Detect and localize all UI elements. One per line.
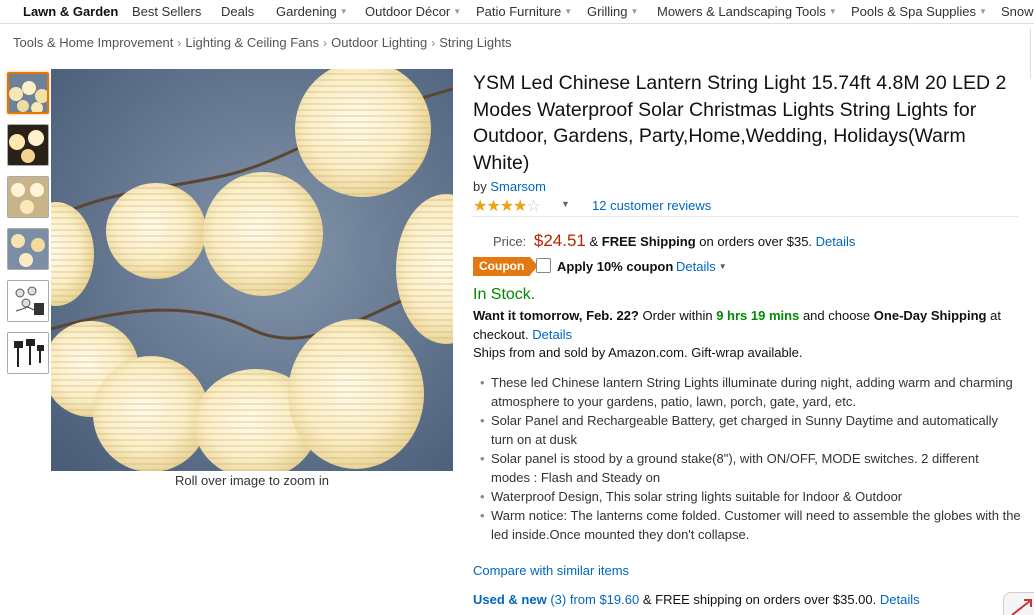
- delivery-details-link[interactable]: Details: [532, 327, 572, 342]
- solar-stake-thumbnail[interactable]: [7, 332, 49, 374]
- star-icon: ★: [473, 198, 487, 215]
- price-value: $24.51: [533, 231, 586, 250]
- star-empty-icon: ☆: [526, 198, 540, 215]
- delivery-method: One-Day Shipping: [873, 308, 987, 323]
- lanterns-row-thumbnail[interactable]: [7, 72, 49, 114]
- used-new-count[interactable]: (3): [550, 592, 566, 607]
- delivery-want: Want it tomorrow, Feb. 22?: [473, 308, 639, 323]
- breadcrumb: Tools & Home Improvement › Lighting & Ceil…: [13, 35, 512, 50]
- lanterns-three-thumbnail[interactable]: [7, 176, 49, 218]
- share-icon: [1011, 599, 1032, 615]
- nav-item-deals[interactable]: Deals: [221, 4, 254, 19]
- nav-item-label: Lawn & Garden: [23, 4, 119, 19]
- nav-item-snow[interactable]: Snow: [1001, 4, 1034, 19]
- nav-item-grilling[interactable]: Grilling ▼: [587, 4, 638, 19]
- product-title: YSM Led Chinese Lantern String Light 15.…: [473, 72, 1007, 174]
- caret-down-icon: ▼: [564, 7, 573, 16]
- breadcrumb-item[interactable]: Outdoor Lighting: [331, 35, 427, 50]
- nav-item-label: Best Sellers: [132, 4, 202, 19]
- delivery-choose: and choose: [802, 308, 871, 323]
- share-widget[interactable]: [1003, 592, 1034, 615]
- nav-item-label: Outdoor Décor: [365, 4, 451, 19]
- ships-from: Ships from and sold by Amazon.com. Gift-…: [473, 345, 803, 360]
- byline: by Smarsom: [473, 179, 546, 194]
- rating-row: ★★★★☆ ▼ 12 customer reviews: [473, 196, 1018, 216]
- caret-down-icon: ▼: [339, 7, 348, 16]
- feature-bullet: These led Chinese lantern String Lights …: [480, 373, 1021, 411]
- used-new-offers: Used & new (3) from $19.60 & FREE shippi…: [473, 592, 920, 607]
- caret-down-icon: ▼: [828, 7, 837, 16]
- delivery-message: Want it tomorrow, Feb. 22? Order within …: [473, 306, 1034, 344]
- star-icon: ★: [513, 198, 527, 215]
- nav-item-pools-spa[interactable]: Pools & Spa Supplies ▼: [851, 4, 987, 19]
- scrollbar[interactable]: [1030, 28, 1034, 78]
- zoom-hint: Roll over image to zoom in: [175, 473, 329, 488]
- breadcrumb-separator: ›: [323, 36, 328, 50]
- feature-bullet: Warm notice: The lanterns come folded. C…: [480, 506, 1021, 544]
- nav-item-label: Pools & Spa Supplies: [851, 4, 977, 19]
- coupon-details-link[interactable]: Details: [676, 259, 716, 274]
- breadcrumb-separator: ›: [177, 36, 182, 50]
- price-label: Price:: [493, 234, 527, 249]
- feature-bullet: Solar Panel and Rechargeable Battery, ge…: [480, 411, 1021, 449]
- breadcrumb-item[interactable]: Lighting & Ceiling Fans: [185, 35, 319, 50]
- nav-item-mowers[interactable]: Mowers & Landscaping Tools ▼: [657, 4, 837, 19]
- nav-item-label: Gardening: [276, 4, 337, 19]
- nav-item-label: Grilling: [587, 4, 628, 19]
- coupon-text[interactable]: Apply 10% coupon: [557, 259, 673, 274]
- breadcrumb-item[interactable]: String Lights: [439, 35, 511, 50]
- shipping-details-link[interactable]: Details: [816, 234, 856, 249]
- star-icon: ★: [486, 198, 500, 215]
- feature-bullets: These led Chinese lantern String Lights …: [480, 373, 1021, 544]
- nav-item-label: Patio Furniture: [476, 4, 562, 19]
- nav-item-label: Snow: [1001, 4, 1034, 19]
- lanterns-blue-thumbnail[interactable]: [7, 228, 49, 270]
- nav-item-gardening[interactable]: Gardening ▼: [276, 4, 348, 19]
- nav-item-label: Deals: [221, 4, 255, 19]
- feature-bullet: Solar panel is stood by a ground stake(8…: [480, 449, 1021, 487]
- coupon-checkbox[interactable]: [536, 258, 551, 273]
- caret-down-icon: ▼: [979, 7, 987, 16]
- used-new-shipping: & FREE shipping on orders over $35.00.: [642, 592, 877, 607]
- breadcrumb-item[interactable]: Tools & Home Improvement: [13, 35, 173, 50]
- chevron-down-icon[interactable]: ▼: [561, 199, 570, 209]
- by-prefix: by: [473, 179, 487, 194]
- star-icon: ★: [499, 198, 514, 215]
- nav-item-label: Mowers & Landscaping Tools: [657, 4, 826, 19]
- brand-link[interactable]: Smarsom: [490, 179, 546, 194]
- caret-down-icon: ▼: [630, 7, 639, 16]
- divider: [473, 216, 1018, 217]
- free-shipping-label: FREE Shipping: [601, 234, 696, 249]
- category-nav: Lawn & Garden Best Sellers Deals Gardeni…: [0, 0, 1034, 24]
- ship-prefix: &: [589, 234, 599, 249]
- ship-suffix: on orders over $35.: [699, 234, 813, 249]
- lanterns-dark-thumbnail[interactable]: [7, 124, 49, 166]
- star-rating[interactable]: ★★★★☆: [473, 196, 541, 216]
- customer-reviews-link[interactable]: 12 customer reviews: [592, 198, 711, 213]
- nav-item-best-sellers[interactable]: Best Sellers: [132, 4, 201, 19]
- nav-item-patio-furniture[interactable]: Patio Furniture ▼: [476, 4, 572, 19]
- compare-similar-link[interactable]: Compare with similar items: [473, 563, 629, 578]
- used-new-details-link[interactable]: Details: [880, 592, 920, 607]
- coupon-details[interactable]: Details ▼: [676, 259, 727, 274]
- used-new-link[interactable]: Used & new: [473, 592, 547, 607]
- price-row: Price: $24.51 & FREE Shipping on orders …: [493, 231, 855, 251]
- stock-status: In Stock.: [473, 286, 536, 303]
- lanterns-package-thumbnail[interactable]: [7, 280, 49, 322]
- caret-down-icon: ▼: [453, 7, 462, 16]
- caret-down-icon: ▼: [718, 262, 727, 271]
- used-new-from[interactable]: from: [570, 592, 596, 607]
- delivery-order: Order within: [642, 308, 713, 323]
- delivery-countdown: 9 hrs 19 mins: [716, 308, 800, 323]
- coupon-badge: Coupon: [473, 257, 538, 276]
- breadcrumb-separator: ›: [431, 36, 436, 50]
- nav-item-outdoor-decor[interactable]: Outdoor Décor ▼: [365, 4, 461, 19]
- used-new-price[interactable]: $19.60: [599, 592, 639, 607]
- product-main-image[interactable]: [51, 69, 453, 471]
- nav-item-lawn-garden[interactable]: Lawn & Garden: [23, 4, 118, 19]
- feature-bullet: Waterproof Design, This solar string lig…: [480, 487, 1021, 506]
